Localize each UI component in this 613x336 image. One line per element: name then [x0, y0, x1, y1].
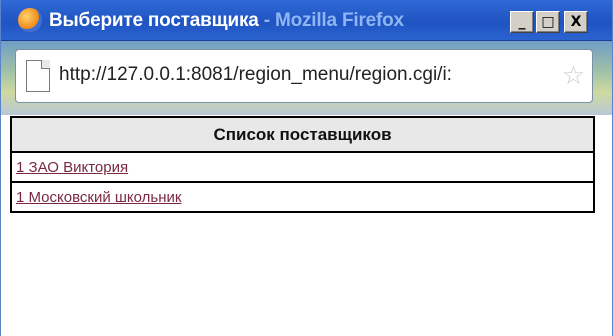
- window-title-page: Выберите поставщика: [49, 10, 259, 31]
- firefox-icon: [18, 8, 42, 32]
- supplier-link[interactable]: 1 Московский школьник: [16, 189, 181, 206]
- close-button[interactable]: X: [564, 11, 588, 33]
- browser-window: Выберите поставщика - Mozilla Firefox _ …: [0, 0, 613, 336]
- navigation-bar: http://127.0.0.1:8081/region_menu/region…: [1, 41, 612, 115]
- table-header-row: Список поставщиков: [10, 116, 595, 153]
- suppliers-table: Список поставщиков 1 ЗАО Виктория 1 Моск…: [10, 116, 595, 213]
- window-title-app: Mozilla Firefox: [274, 10, 404, 31]
- table-row: 1 Московский школьник: [10, 181, 595, 213]
- table-cell: 1 Московский школьник: [10, 181, 595, 213]
- url-text[interactable]: http://127.0.0.1:8081/region_menu/region…: [59, 64, 553, 86]
- page-icon: [26, 60, 50, 92]
- table-row: 1 ЗАО Виктория: [10, 151, 595, 183]
- address-bar[interactable]: http://127.0.0.1:8081/region_menu/region…: [15, 49, 593, 103]
- window-title-separator: -: [258, 10, 275, 31]
- maximize-button[interactable]: □: [536, 11, 560, 33]
- page-content: Список поставщиков 1 ЗАО Виктория 1 Моск…: [1, 116, 612, 336]
- minimize-button[interactable]: _: [510, 11, 534, 33]
- table-cell: 1 ЗАО Виктория: [10, 151, 595, 183]
- supplier-link[interactable]: 1 ЗАО Виктория: [16, 159, 128, 176]
- title-bar[interactable]: Выберите поставщика - Mozilla Firefox _ …: [1, 0, 612, 41]
- bookmark-star-icon[interactable]: ☆: [562, 62, 585, 88]
- table-header: Список поставщиков: [10, 116, 595, 153]
- window-title: Выберите поставщика - Mozilla Firefox: [49, 10, 404, 32]
